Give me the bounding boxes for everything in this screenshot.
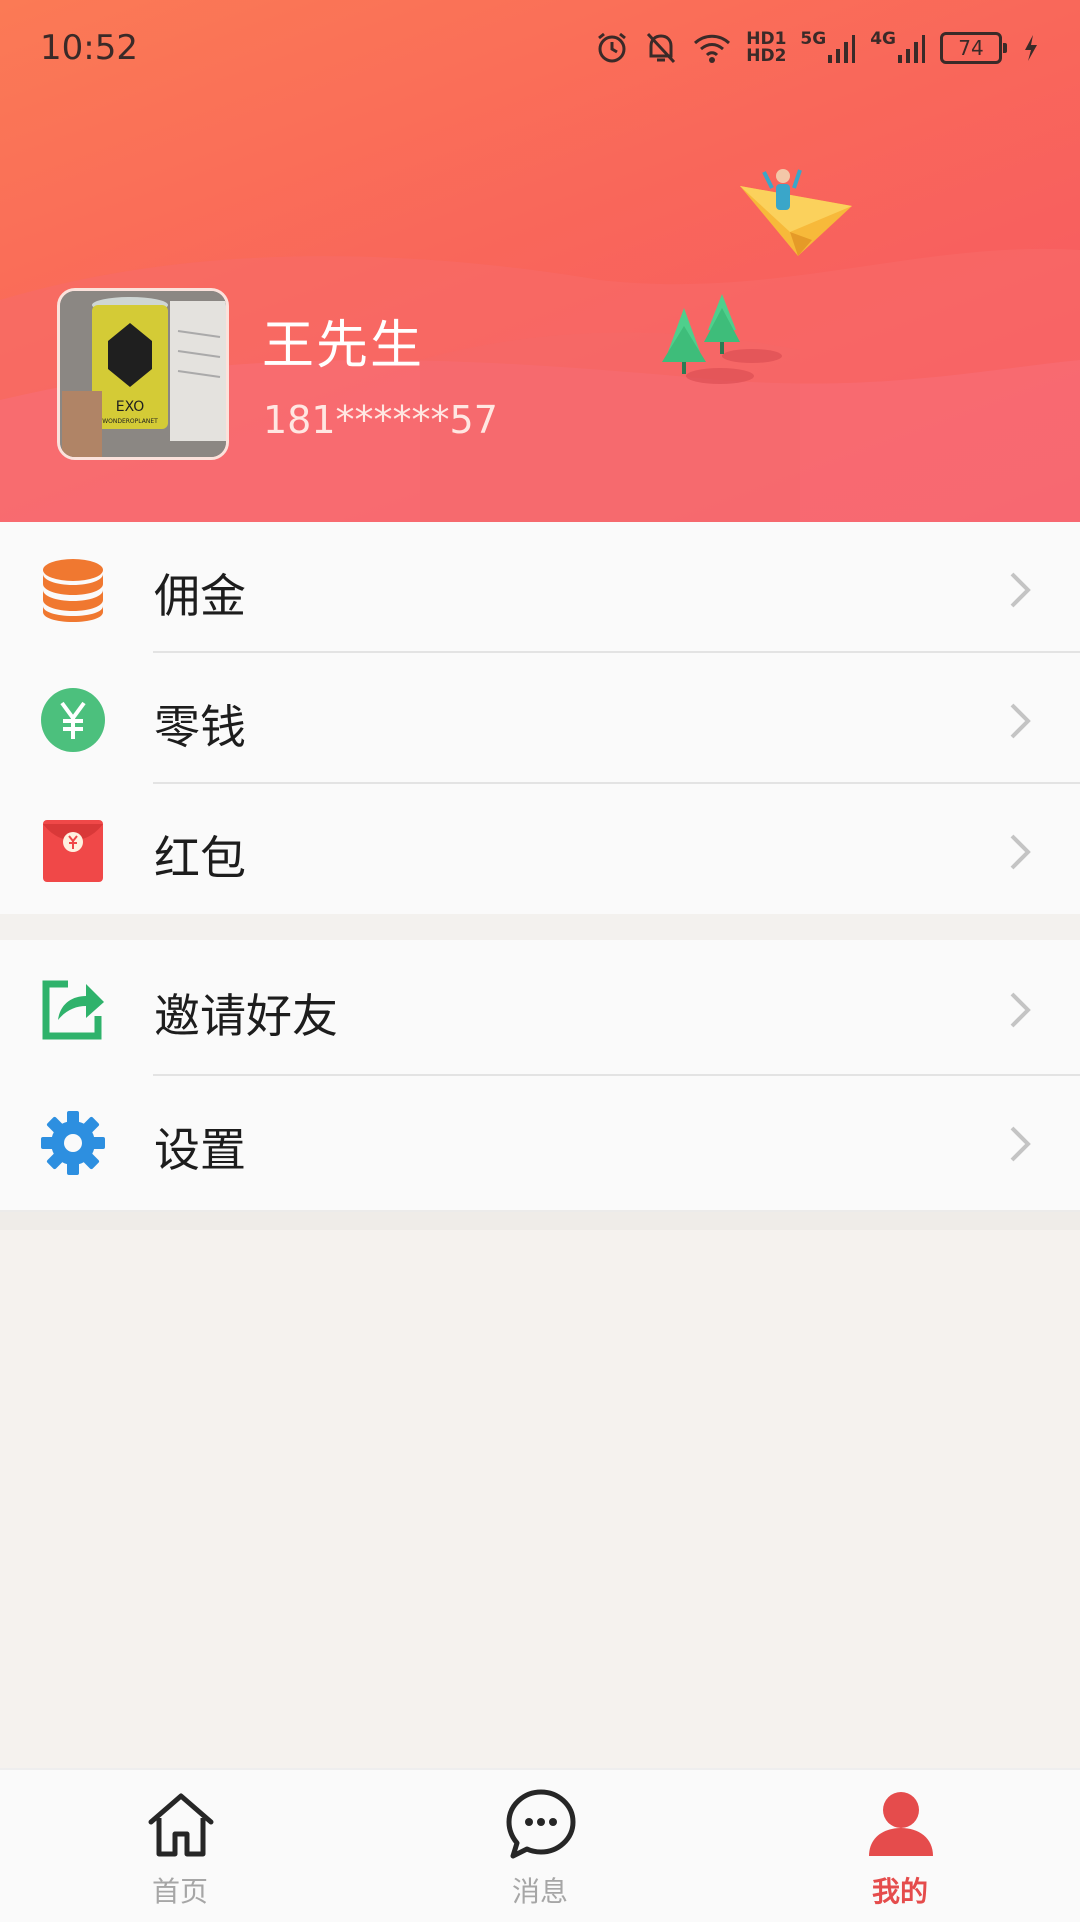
alarm-icon — [594, 30, 630, 66]
nav-home[interactable]: 首页 — [0, 1770, 360, 1922]
red-envelope-icon — [43, 820, 103, 882]
hd-label-2: HD2 — [746, 46, 787, 66]
bell-off-icon — [644, 30, 678, 66]
menu-group-wallet: 佣金 零钱 红包 — [0, 522, 1080, 914]
user-phone: 181******57 — [263, 398, 498, 442]
avatar[interactable]: EXO WONDEROPLANET — [57, 288, 229, 460]
avatar-text-1: EXO — [116, 399, 145, 415]
menu-item-commission[interactable]: 佣金 — [0, 522, 1080, 653]
group-separator — [0, 914, 1080, 940]
nav-messages[interactable]: 消息 — [360, 1770, 720, 1922]
chevron-right-icon — [1010, 834, 1031, 870]
menu-label-red-envelope: 红包 — [154, 831, 246, 885]
profile-icon — [869, 1792, 933, 1856]
menu-item-settings[interactable]: 设置 — [0, 1076, 1080, 1207]
wifi-icon — [692, 31, 732, 65]
menu-group-general: 邀请好友 设置 — [0, 940, 1080, 1210]
share-icon — [42, 980, 104, 1040]
chevron-right-icon — [1010, 703, 1031, 739]
menu-label-invite-friends: 邀请好友 — [154, 989, 338, 1043]
chevron-right-icon — [1010, 1126, 1031, 1162]
charging-icon — [1022, 33, 1040, 63]
gear-icon — [41, 1111, 105, 1175]
battery-icon: 74 — [940, 32, 1007, 64]
menu-item-change[interactable]: 零钱 — [0, 653, 1080, 784]
profile-header: 10:52 HD1 HD2 5G 4G 74 EXO WONDEROPLANET… — [0, 0, 1080, 522]
hd-icon: HD1 HD2 — [746, 31, 786, 65]
message-icon — [506, 1789, 576, 1859]
menu-item-invite-friends[interactable]: 邀请好友 — [0, 940, 1080, 1076]
menu-label-commission: 佣金 — [154, 569, 246, 623]
menu-label-settings: 设置 — [154, 1123, 246, 1177]
chevron-right-icon — [1010, 572, 1031, 608]
yuan-icon — [41, 688, 105, 752]
status-time: 10:52 — [40, 28, 138, 68]
signal-label-4g: 4G — [870, 29, 896, 49]
signal-label-5g: 5G — [800, 29, 827, 49]
status-bar: 10:52 HD1 HD2 5G 4G 74 — [0, 0, 1080, 100]
chevron-right-icon — [1010, 992, 1031, 1028]
home-icon — [148, 1793, 214, 1857]
paper-plane-icon — [740, 169, 852, 256]
nav-label-messages: 消息 — [511, 1875, 568, 1908]
group-separator — [0, 1210, 1080, 1230]
status-icons: HD1 HD2 5G 4G 74 — [594, 26, 1040, 70]
battery-level: 74 — [940, 32, 1007, 64]
avatar-text-2: WONDEROPLANET — [102, 418, 158, 425]
coins-stack-icon — [43, 559, 103, 622]
menu-item-red-envelope[interactable]: 红包 — [0, 784, 1080, 915]
user-photo: EXO WONDEROPLANET — [60, 291, 226, 457]
user-name: 王先生 — [262, 316, 425, 376]
signal-5g-icon: 5G — [800, 31, 856, 65]
signal-4g-icon: 4G — [870, 31, 926, 65]
nav-profile[interactable]: 我的 — [720, 1770, 1080, 1922]
nav-label-profile: 我的 — [871, 1875, 928, 1908]
nav-label-home: 首页 — [151, 1875, 208, 1908]
bottom-nav: 首页 消息 我的 — [0, 1768, 1080, 1922]
menu-label-change: 零钱 — [154, 700, 246, 754]
